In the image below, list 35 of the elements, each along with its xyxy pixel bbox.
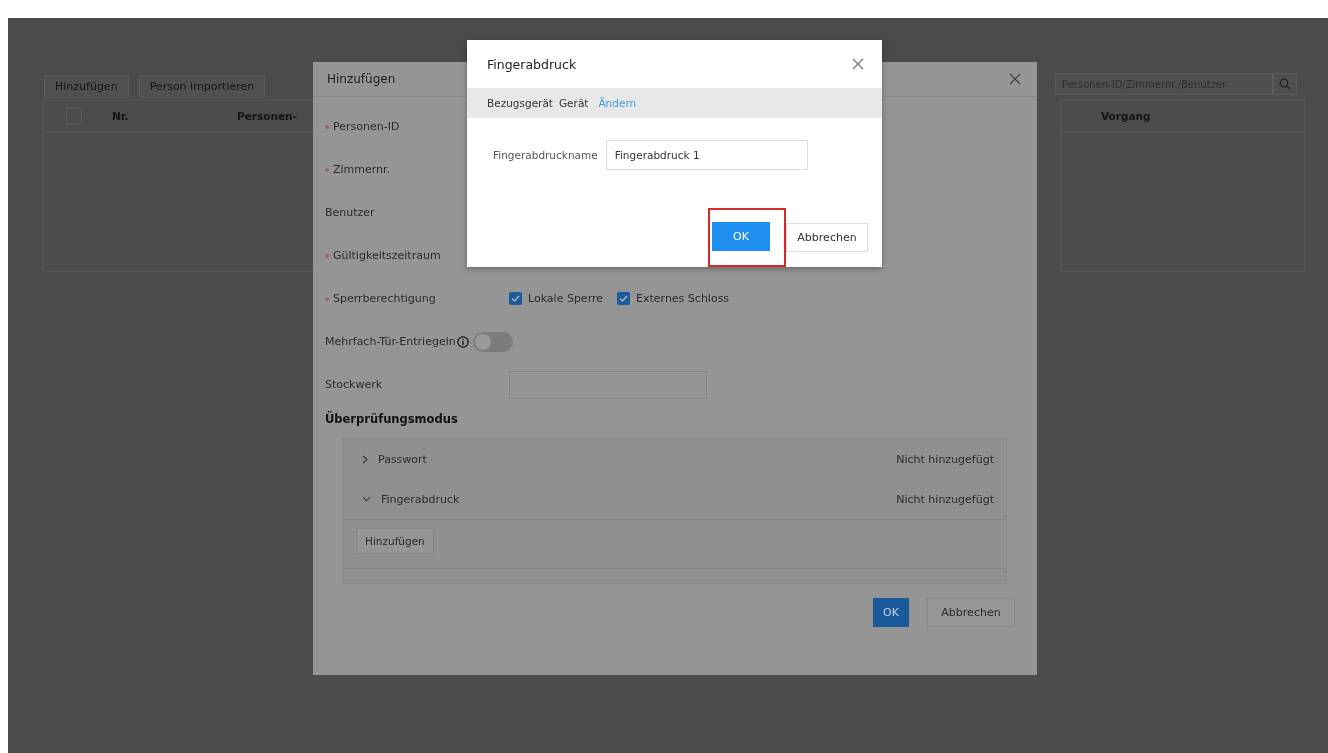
cancel-button[interactable]: Abbrechen [786,222,868,252]
close-icon[interactable] [852,58,864,70]
toggle-switch[interactable] [472,331,513,352]
device-label: Bezugsgerät [487,97,553,109]
ok-button[interactable]: OK [712,221,770,251]
change-link[interactable]: Ändern [598,97,637,109]
mode-status: Nicht hinzugefügt [896,492,994,506]
dialog-title: Hinzufügen [327,72,396,86]
section-title: Überprüfungsmodus [325,412,459,426]
ok-button[interactable]: OK [873,598,909,627]
checkbox[interactable] [509,292,522,305]
add-button[interactable]: Hinzufügen [356,528,434,554]
checkbox[interactable] [617,292,630,305]
cancel-button[interactable]: Abbrechen [927,598,1015,627]
field-label: Zimmernr. [333,163,391,176]
chevron-down-icon[interactable] [362,496,371,502]
mode-name[interactable]: Fingerabdruck [381,492,460,506]
mode-name[interactable]: Passwort [378,452,427,466]
device-name: Gerät [558,97,589,109]
close-icon[interactable] [1009,73,1021,85]
field-label: Gültigkeitszeitraum [333,249,441,262]
checkbox-label: Externes Schloss [636,292,730,305]
chevron-right-icon[interactable] [362,454,368,464]
field-label: Personen-ID [333,120,400,133]
info-icon [456,335,469,348]
field-label: Benutzer [325,206,375,219]
field-label: Sperrberechtigung [333,292,436,305]
checkbox-label: Lokale Sperre [528,292,603,305]
field-label: Fingerabdruckname [493,149,598,161]
input-field[interactable]: Fingerabdruck 1 [605,140,808,170]
mode-status: Nicht hinzugefügt [896,452,994,466]
search-icon[interactable] [1273,73,1297,95]
dialog-title: Fingerabdruck [487,56,577,72]
field-label: Mehrfach-Tür-Entriegeln [325,335,456,348]
field-label: Stockwerk [325,378,383,391]
